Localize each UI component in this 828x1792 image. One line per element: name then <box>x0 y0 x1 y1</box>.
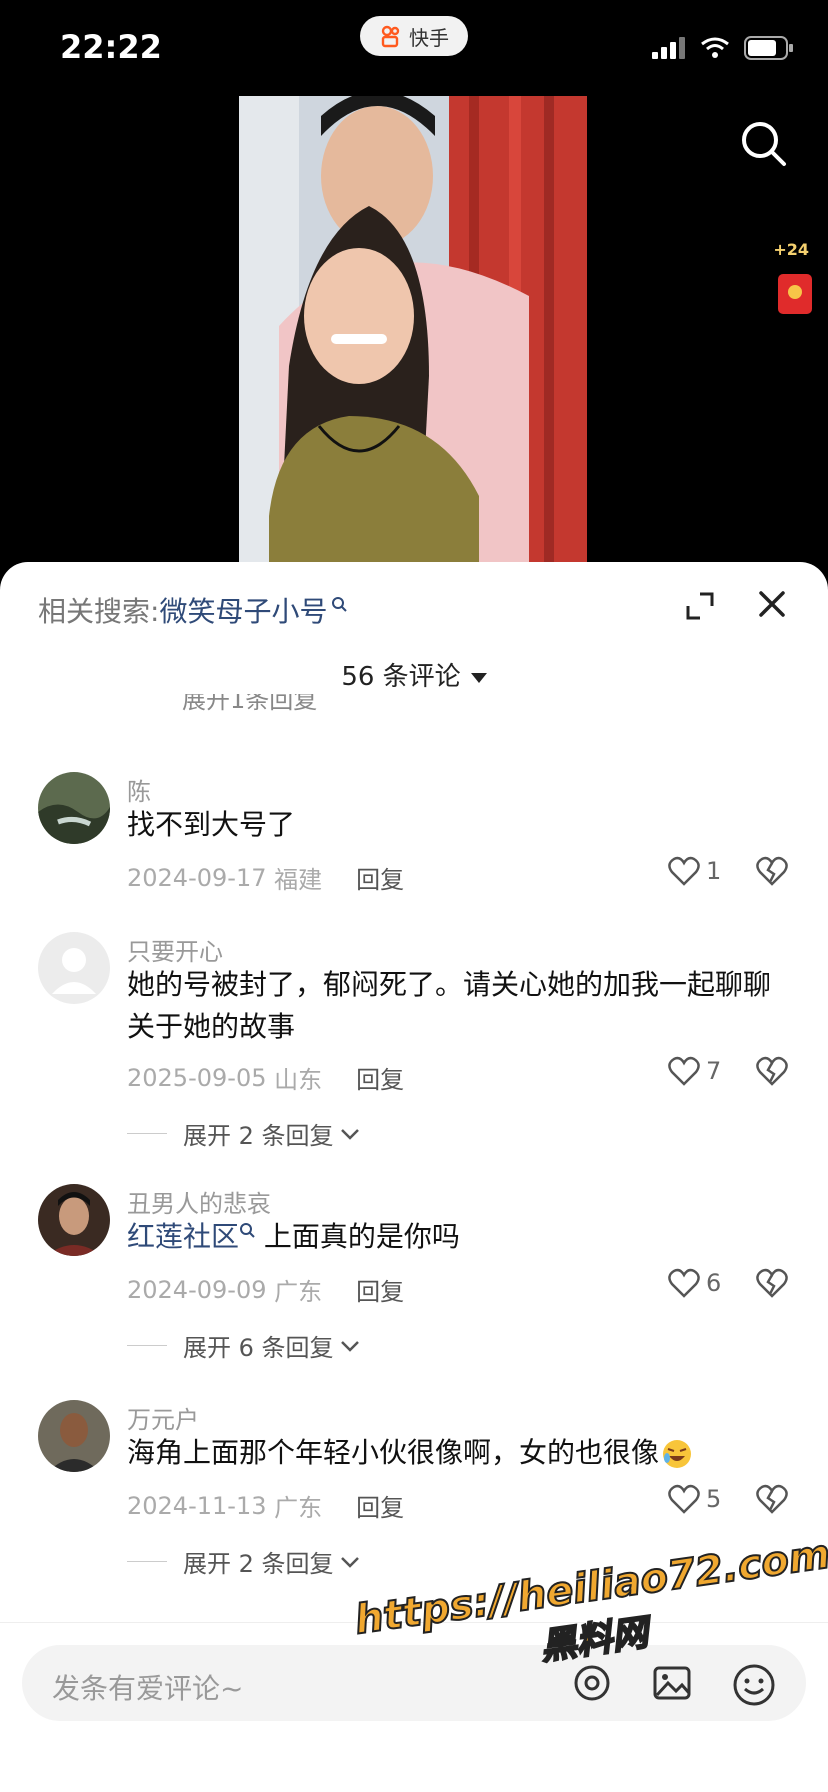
coin-badge: +24 <box>773 240 809 259</box>
comment-meta: 2024-11-13 广东 回复 <box>127 1488 404 1523</box>
comment-meta: 2024-09-17 福建 回复 <box>127 860 404 895</box>
reply-button[interactable]: 回复 <box>356 1272 404 1307</box>
comment-region: 山东 <box>274 1066 323 1094</box>
fullscreen-icon[interactable] <box>686 592 714 620</box>
status-time: 22:22 <box>60 28 162 66</box>
comment-username[interactable]: 万元户 <box>127 1400 199 1435</box>
search-icon <box>240 1223 255 1238</box>
expand-replies-button[interactable]: 展开 2 条回复 <box>127 1544 360 1579</box>
related-query-link[interactable]: 微笑母子小号 <box>159 590 327 630</box>
laughing-emoji-icon <box>663 1440 692 1468</box>
avatar[interactable] <box>38 1184 110 1256</box>
avatar[interactable] <box>38 772 110 844</box>
comment-username[interactable]: 只要开心 <box>127 932 223 967</box>
comment-count: 56 条评论 <box>341 662 461 692</box>
broken-heart-icon[interactable] <box>756 1268 788 1298</box>
comment-username[interactable]: 丑男人的悲哀 <box>127 1184 271 1219</box>
comment-input-placeholder: 发条有爱评论~ <box>52 1672 244 1705</box>
heart-icon <box>668 856 700 886</box>
comment-region: 广东 <box>274 1278 323 1306</box>
comment-meta: 2025-09-05 山东 回复 <box>127 1060 404 1095</box>
battery-icon <box>744 36 793 60</box>
red-packet-icon[interactable] <box>778 274 812 314</box>
comment-date: 2024-11-13 <box>127 1491 267 1520</box>
like-count: 6 <box>706 1269 722 1297</box>
comment-text: 她的号被封了，郁闷死了。请关心她的加我一起聊聊关于她的故事 <box>127 968 772 1043</box>
expand-replies-partial[interactable]: 展开1条回复 <box>182 694 317 716</box>
like-button[interactable]: 1 <box>668 856 721 886</box>
divider <box>127 1133 167 1134</box>
related-label: 相关搜索: <box>38 595 160 628</box>
like-count: 1 <box>706 857 722 885</box>
avatar[interactable] <box>38 1400 110 1472</box>
reply-button[interactable]: 回复 <box>356 860 404 895</box>
chevron-down-icon <box>340 1340 359 1352</box>
expand-replies-label: 展开 2 条回复 <box>183 1550 334 1578</box>
comment-body: 上面真的是你吗 <box>263 1220 460 1253</box>
comment-body: 海角上面那个年轻小伙很像啊，女的也很像 <box>127 1436 660 1469</box>
status-bar: 22:22 快手 <box>0 0 828 96</box>
expand-replies-label: 展开 6 条回复 <box>183 1334 334 1362</box>
status-icons <box>652 36 794 60</box>
comment-meta: 2024-09-09 广东 回复 <box>127 1272 404 1307</box>
reply-button[interactable]: 回复 <box>356 1488 404 1523</box>
like-count: 7 <box>706 1057 722 1085</box>
broken-heart-icon[interactable] <box>756 1484 788 1514</box>
comment-region: 福建 <box>274 866 323 894</box>
expand-replies-label: 展开 2 条回复 <box>183 1122 334 1150</box>
comment-region: 广东 <box>274 1494 323 1522</box>
caret-down-icon <box>470 672 487 683</box>
broken-heart-icon[interactable] <box>756 856 788 886</box>
heart-icon <box>668 1056 700 1086</box>
search-icon <box>332 597 348 612</box>
like-count: 5 <box>706 1485 722 1513</box>
video-frame-image <box>239 96 587 566</box>
heart-icon <box>668 1268 700 1298</box>
divider <box>127 1561 167 1562</box>
like-button[interactable]: 5 <box>668 1484 721 1514</box>
broken-heart-icon[interactable] <box>756 1056 788 1086</box>
like-button[interactable]: 6 <box>668 1268 721 1298</box>
chevron-down-icon <box>340 1556 359 1568</box>
search-icon[interactable] <box>738 118 788 168</box>
comment-username[interactable]: 陈 <box>127 772 151 807</box>
comment-date: 2025-09-05 <box>127 1063 267 1092</box>
like-button[interactable]: 7 <box>668 1056 721 1086</box>
expand-replies-button[interactable]: 展开 2 条回复 <box>127 1116 360 1151</box>
heart-icon <box>668 1484 700 1514</box>
comment-date: 2024-09-09 <box>127 1275 267 1304</box>
expand-replies-button[interactable]: 展开 6 条回复 <box>127 1328 360 1363</box>
video-preview[interactable] <box>239 96 587 566</box>
comment-text: 红莲社区 上面真的是你吗 <box>127 1216 787 1258</box>
wifi-icon <box>701 37 729 58</box>
comment-date: 2024-09-17 <box>127 863 267 892</box>
comment-text: 海角上面那个年轻小伙很像啊，女的也很像 <box>127 1432 787 1474</box>
comment-count-dropdown[interactable]: 56 条评论 <box>0 656 828 693</box>
kuaishou-logo-icon <box>381 25 400 48</box>
comment-text: 找不到大号了 <box>127 808 296 841</box>
avatar[interactable] <box>38 932 110 1004</box>
topic-link[interactable]: 红莲社区 <box>127 1220 239 1253</box>
reply-button[interactable]: 回复 <box>356 1060 404 1095</box>
signal-icon <box>652 37 685 59</box>
divider <box>127 1345 167 1346</box>
close-icon[interactable] <box>758 590 786 618</box>
app-pill[interactable]: 快手 <box>360 16 468 56</box>
related-search[interactable]: 相关搜索: 微笑母子小号 <box>38 590 348 630</box>
chevron-down-icon <box>340 1128 359 1140</box>
app-name: 快手 <box>409 25 449 50</box>
